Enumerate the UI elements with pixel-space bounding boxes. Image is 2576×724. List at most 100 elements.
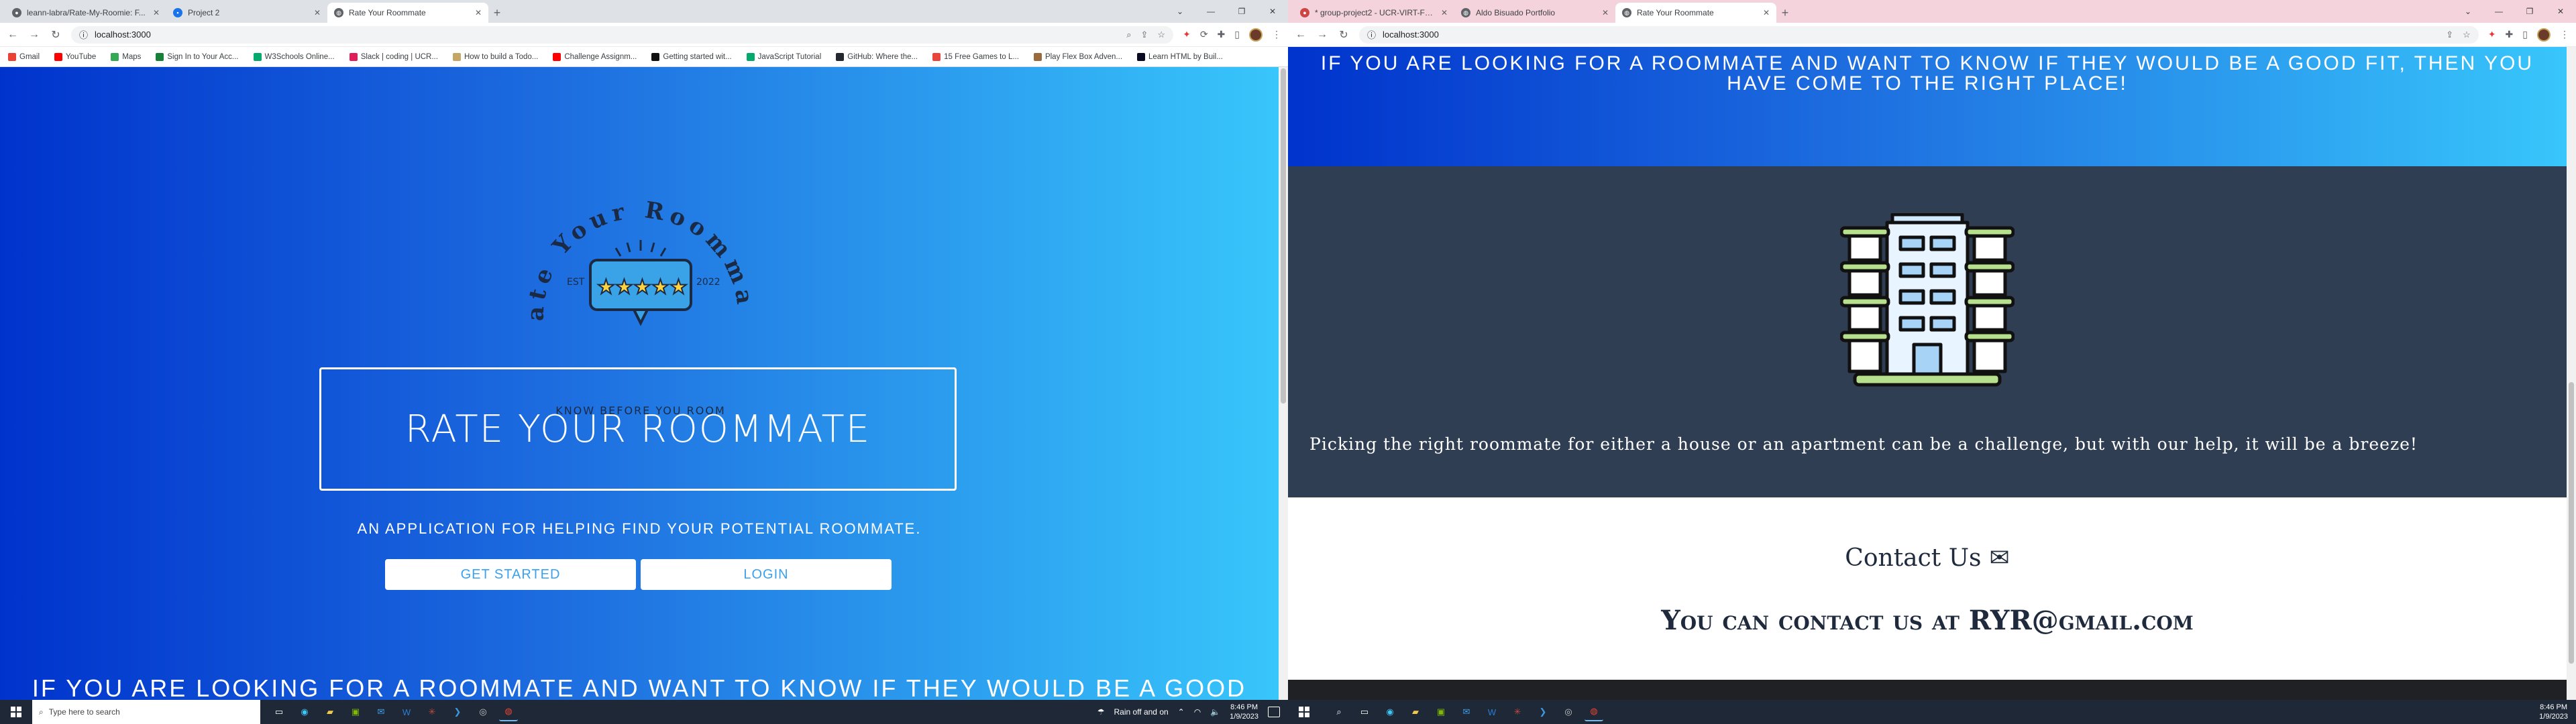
bookmark-item[interactable]: Slack | coding | UCR...: [349, 52, 438, 61]
contact-email-line[interactable]: You can contact us at RYR@gmail.com: [1288, 605, 2567, 636]
new-tab-button[interactable]: +: [1776, 3, 1794, 23]
taskbar-search[interactable]: ⌕ Type here to search: [32, 700, 260, 724]
obs-icon[interactable]: ◎: [474, 703, 492, 721]
reload-icon[interactable]: ↻: [1338, 28, 1350, 42]
wifi-icon[interactable]: ◠: [1194, 707, 1201, 717]
clock[interactable]: 8:46 PM 1/9/2023: [2539, 703, 2568, 721]
bookmark-item[interactable]: How to build a Todo...: [452, 52, 538, 61]
slack-icon[interactable]: ✳: [1508, 703, 1527, 721]
close-icon[interactable]: ✕: [314, 8, 321, 17]
scrollbar-thumb[interactable]: [1281, 68, 1286, 404]
extension-icon[interactable]: ✦: [2488, 29, 2496, 40]
tab-portfolio[interactable]: ◍ Aldo Bisuado Portfolio ✕: [1454, 3, 1615, 23]
search-icon[interactable]: ⌕: [1330, 703, 1348, 721]
sidebar-icon[interactable]: ▯: [2522, 29, 2528, 40]
translate-icon[interactable]: ⟳: [1200, 29, 1208, 40]
minimize-button[interactable]: —: [1195, 0, 1226, 23]
address-bar[interactable]: ⓘ localhost:3000 ⇪ ☆: [1359, 25, 2479, 44]
tray-chevron-icon[interactable]: ⌃: [1178, 707, 1185, 717]
close-window-button[interactable]: ✕: [2545, 0, 2576, 23]
bookmark-item[interactable]: Learn HTML by Buil...: [1137, 52, 1223, 61]
page-scrollbar[interactable]: [2567, 47, 2576, 700]
sidebar-icon[interactable]: ▯: [1234, 29, 1240, 40]
bookmark-item[interactable]: Sign In to Your Acc...: [156, 52, 239, 61]
bookmark-star-icon[interactable]: ☆: [1157, 29, 1165, 40]
forward-icon[interactable]: →: [28, 29, 40, 41]
close-icon[interactable]: ✕: [153, 8, 160, 17]
chrome-icon[interactable]: ◍: [1585, 703, 1603, 721]
scrollbar-thumb[interactable]: [2569, 382, 2574, 664]
bookmark-item[interactable]: 15 Free Games to L...: [932, 52, 1019, 61]
info-icon[interactable]: ⓘ: [79, 28, 88, 41]
clock[interactable]: 8:46 PM 1/9/2023: [1230, 703, 1258, 721]
tab-rate-your-roommate[interactable]: ◍ Rate Your Roommate ✕: [1615, 3, 1776, 23]
bookmark-item[interactable]: JavaScript Tutorial: [746, 52, 821, 61]
notification-icon[interactable]: [1268, 707, 1280, 717]
share-icon[interactable]: ⇪: [2446, 29, 2453, 40]
edge-icon[interactable]: ◉: [1381, 703, 1399, 721]
chrome-icon[interactable]: ◍: [499, 703, 518, 721]
edge-icon[interactable]: ◉: [295, 703, 314, 721]
file-explorer-icon[interactable]: ▰: [321, 703, 339, 721]
bookmark-star-icon[interactable]: ☆: [2463, 29, 2471, 40]
store-icon[interactable]: ▣: [1432, 703, 1450, 721]
menu-kebab-icon[interactable]: ⋮: [1272, 29, 1281, 40]
get-started-button[interactable]: GET STARTED: [385, 559, 636, 590]
new-tab-button[interactable]: +: [488, 3, 506, 23]
bookmark-item[interactable]: YouTube: [54, 52, 96, 61]
close-icon[interactable]: ✕: [1763, 8, 1770, 17]
bookmark-item[interactable]: GitHub: Where the...: [836, 52, 918, 61]
back-icon[interactable]: ←: [7, 29, 19, 41]
reload-icon[interactable]: ↻: [50, 28, 62, 42]
tab-search-icon[interactable]: ⌄: [1165, 0, 1195, 23]
zoom-icon[interactable]: ⌕: [1126, 29, 1131, 40]
word-icon[interactable]: W: [1483, 703, 1501, 721]
tab-search-icon[interactable]: ⌄: [2453, 0, 2483, 23]
bookmark-item[interactable]: Challenge Assignm...: [553, 52, 637, 61]
extension-icon[interactable]: ✦: [1183, 29, 1191, 40]
page-scrollbar[interactable]: [1279, 67, 1288, 700]
task-view-icon[interactable]: ▭: [1355, 703, 1374, 721]
extensions-puzzle-icon[interactable]: ✚: [2506, 29, 2514, 40]
extensions-puzzle-icon[interactable]: ✚: [1218, 29, 1226, 40]
tab-rate-your-roommate[interactable]: ◍ Rate Your Roommate ✕: [327, 3, 488, 23]
mail-icon[interactable]: ✉: [1457, 703, 1476, 721]
hero-title-box[interactable]: RATE YOUR ROOMMATE: [319, 367, 957, 491]
mail-icon[interactable]: ✉: [372, 703, 390, 721]
minimize-button[interactable]: —: [2483, 0, 2514, 23]
restore-button[interactable]: ❐: [1226, 0, 1257, 23]
login-button[interactable]: LOGIN: [641, 559, 892, 590]
address-bar[interactable]: ⓘ localhost:3000 ⌕ ⇪ ☆: [71, 25, 1174, 44]
share-icon[interactable]: ⇪: [1141, 29, 1148, 40]
tab-group-project[interactable]: ● * group-project2 - UCR-VIRT-FS... ✕: [1293, 3, 1454, 23]
menu-kebab-icon[interactable]: ⋮: [2560, 29, 2569, 40]
file-explorer-icon[interactable]: ▰: [1406, 703, 1425, 721]
restore-button[interactable]: ❐: [2514, 0, 2545, 23]
profile-avatar[interactable]: [1249, 27, 1263, 42]
bookmark-item[interactable]: Gmail: [8, 52, 40, 61]
task-view-icon[interactable]: ▭: [270, 703, 288, 721]
info-icon[interactable]: ⓘ: [1367, 28, 1376, 41]
close-icon[interactable]: ✕: [1441, 8, 1448, 17]
vscode-icon[interactable]: ❯: [448, 703, 467, 721]
slack-icon[interactable]: ✳: [423, 703, 441, 721]
bookmark-item[interactable]: Getting started wit...: [651, 52, 732, 61]
forward-icon[interactable]: →: [1316, 29, 1328, 41]
close-icon[interactable]: ✕: [1602, 8, 1609, 17]
close-icon[interactable]: ✕: [475, 8, 482, 17]
profile-avatar[interactable]: [2537, 27, 2551, 42]
store-icon[interactable]: ▣: [346, 703, 365, 721]
word-icon[interactable]: W: [397, 703, 416, 721]
start-button[interactable]: [1288, 700, 1320, 724]
tab-github-repo[interactable]: ● leann-labra/Rate-My-Roomie: F... ✕: [5, 3, 166, 23]
volume-icon[interactable]: 🔈: [1210, 707, 1220, 717]
obs-icon[interactable]: ◎: [1559, 703, 1578, 721]
vscode-icon[interactable]: ❯: [1534, 703, 1552, 721]
back-icon[interactable]: ←: [1295, 29, 1307, 41]
bookmark-item[interactable]: Play Flex Box Adven...: [1033, 52, 1122, 61]
bookmark-item[interactable]: W3Schools Online...: [253, 52, 335, 61]
close-window-button[interactable]: ✕: [1257, 0, 1288, 23]
tab-project-2[interactable]: ▪ Project 2 ✕: [166, 3, 327, 23]
bookmark-item[interactable]: Maps: [111, 52, 141, 61]
start-button[interactable]: [0, 700, 32, 724]
